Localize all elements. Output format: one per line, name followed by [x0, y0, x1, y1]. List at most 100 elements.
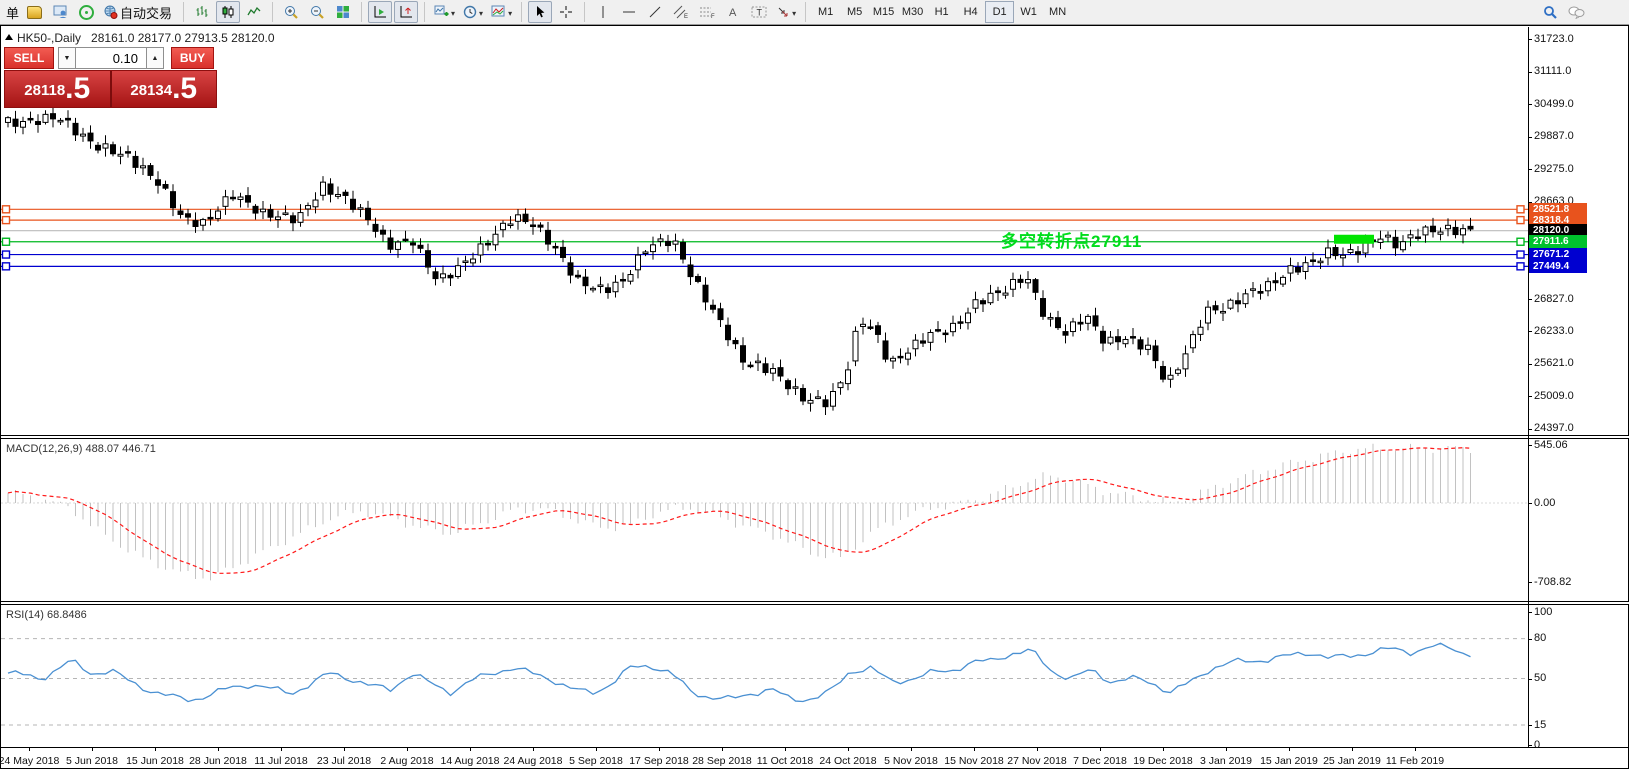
one-click-trading-panel: SELL ▼ ▲ BUY 28118 .5 28134 .5: [4, 47, 217, 108]
timeframe-button-M15[interactable]: M15: [869, 1, 898, 23]
price-tag: 27911.6: [1529, 235, 1587, 249]
date-label: 28 Sep 2018: [692, 755, 752, 767]
date-tick: [785, 748, 786, 751]
date-tick: [911, 748, 912, 751]
timeframe-button-M5[interactable]: M5: [840, 1, 869, 23]
axis-tick: [1528, 71, 1532, 73]
fibonacci-button[interactable]: F: [695, 1, 719, 23]
date-label: 14 Aug 2018: [440, 755, 500, 767]
text-label-button[interactable]: T: [747, 1, 771, 23]
zoom-in-button[interactable]: [279, 1, 303, 23]
horizontal-line-button[interactable]: [617, 1, 641, 23]
timeframe-button-M1[interactable]: M1: [811, 1, 840, 23]
toolbar-separator: [183, 2, 185, 22]
signals-button[interactable]: [74, 1, 98, 23]
sell-price-display[interactable]: 28118 .5: [5, 71, 112, 107]
date-tick: [1037, 748, 1038, 751]
tile-windows-icon: [337, 6, 350, 18]
bar-chart-button[interactable]: [190, 1, 214, 23]
axis-tick: [1528, 104, 1532, 106]
axis-tick: [1528, 445, 1532, 446]
auto-scroll-button[interactable]: [368, 1, 393, 23]
chevron-down-icon: [477, 3, 483, 21]
order-book-button[interactable]: [22, 1, 46, 23]
trendline-button[interactable]: [643, 1, 667, 23]
timeframe-button-H1[interactable]: H1: [927, 1, 956, 23]
date-label: 11 Jul 2018: [254, 755, 308, 767]
axis-tick-label: 29887.0: [1534, 130, 1574, 143]
volume-input[interactable]: [76, 47, 146, 69]
add-indicator-button[interactable]: [431, 1, 458, 23]
axis-tick-label: 24397.0: [1534, 422, 1574, 435]
volume-increase-button[interactable]: ▲: [146, 47, 164, 69]
equidistant-channel-button[interactable]: E: [669, 1, 693, 23]
cursor-button[interactable]: [528, 1, 553, 23]
axis-separator: [1, 747, 1629, 748]
date-label: 28 Jun 2018: [189, 755, 247, 767]
add-indicator-icon: [434, 5, 449, 16]
buy-button[interactable]: BUY: [171, 47, 214, 69]
templates-button[interactable]: [488, 1, 515, 23]
order-label[interactable]: 单: [6, 3, 19, 22]
date-tick: [407, 748, 408, 751]
date-tick: [974, 748, 975, 751]
buy-price-display[interactable]: 28134 .5: [112, 71, 217, 107]
date-label: 11 Oct 2018: [756, 755, 814, 767]
accounts-button[interactable]: [48, 1, 72, 23]
vertical-line-icon: [602, 6, 604, 18]
axis-tick-label: 26827.0: [1534, 292, 1574, 305]
volume-decrease-button[interactable]: ▼: [58, 47, 76, 69]
svg-text:A: A: [729, 7, 737, 19]
date-label: 23 Jul 2018: [316, 755, 372, 767]
axis-tick-label: 0: [1534, 738, 1541, 751]
timeframe-button-H4[interactable]: H4: [956, 1, 985, 23]
date-tick: [1163, 748, 1164, 751]
chat-button[interactable]: [1564, 1, 1588, 23]
main-toolbar: 单 自动交易 ▾ ▾ ▾ E F A T ▾ M1 M5 M15 M30 H1 …: [0, 0, 1629, 25]
axis-tick: [1528, 169, 1532, 171]
axis-tick: [1528, 612, 1532, 613]
arrows-button[interactable]: [773, 1, 799, 23]
vertical-line-button[interactable]: [591, 1, 615, 23]
zoom-out-button[interactable]: [305, 1, 329, 23]
axis-tick-label: 31111.0: [1534, 65, 1572, 78]
sell-button[interactable]: SELL: [4, 47, 54, 69]
date-tick: [848, 748, 849, 751]
macd-label: MACD(12,26,9) 488.07 446.71: [6, 443, 156, 455]
chart-shift-button[interactable]: [394, 1, 419, 23]
price-pane[interactable]: [1, 27, 1528, 435]
cursor-icon: [537, 6, 545, 18]
timeframe-button-M30[interactable]: M30: [898, 1, 927, 23]
date-label: 2 Aug 2018: [380, 755, 434, 767]
text-button[interactable]: A: [721, 1, 745, 23]
timeframe-button-D1[interactable]: D1: [985, 1, 1015, 23]
auto-trading-button[interactable]: 自动交易: [100, 1, 177, 23]
date-tick: [218, 748, 219, 751]
rsi-pane[interactable]: [1, 605, 1528, 747]
horizontal-line-icon: [623, 11, 636, 13]
line-chart-button[interactable]: [242, 1, 266, 23]
candlestick-chart-button[interactable]: [216, 1, 241, 23]
svg-text:F: F: [711, 14, 715, 19]
date-label: 24 May 2018: [0, 755, 60, 767]
periods-button[interactable]: [460, 1, 486, 23]
chevron-down-icon: [790, 3, 796, 21]
date-tick: [92, 748, 93, 751]
date-tick: [29, 748, 30, 751]
order-book-icon: [26, 5, 42, 19]
axis-tick-label: 31723.0: [1534, 32, 1574, 45]
date-label: 17 Sep 2018: [629, 755, 689, 767]
macd-pane[interactable]: [1, 439, 1528, 601]
search-icon: [1543, 5, 1557, 19]
timeframe-button-W1[interactable]: W1: [1014, 1, 1043, 23]
timeframe-button-MN[interactable]: MN: [1043, 1, 1072, 23]
buy-price-int: 28134: [130, 82, 173, 99]
crosshair-button[interactable]: [554, 1, 578, 23]
candlestick-icon: [222, 6, 234, 18]
clock-icon: [463, 5, 477, 19]
pivot-annotation[interactable]: 多空转折点27911: [1001, 227, 1142, 252]
tile-windows-button[interactable]: [331, 1, 355, 23]
date-tick: [344, 748, 345, 751]
axis-tick: [1528, 638, 1532, 640]
search-button[interactable]: [1538, 1, 1562, 23]
